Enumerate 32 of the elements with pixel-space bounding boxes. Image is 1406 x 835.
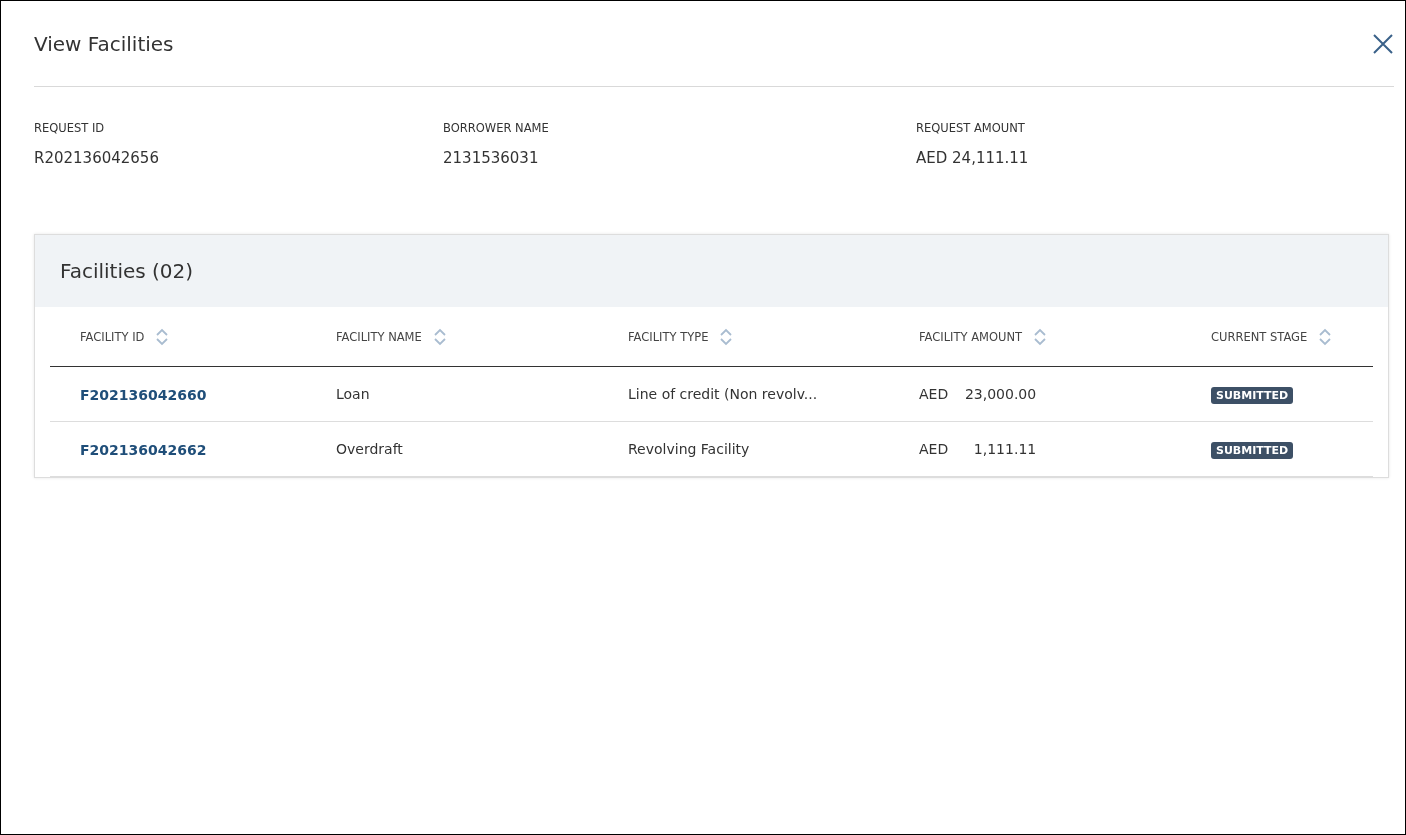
- currency-text: AED: [919, 386, 949, 402]
- column-header: FACILITY TYPE: [628, 329, 709, 344]
- currency-text: AED: [919, 441, 949, 457]
- close-icon: [1372, 32, 1394, 55]
- status-badge: SUBMITTED: [1211, 387, 1294, 404]
- dialog-title: View Facilities: [34, 31, 174, 56]
- field-label: BORROWER NAME: [443, 121, 550, 135]
- facility-id-link[interactable]: F202136042660: [80, 386, 207, 403]
- sort-icon[interactable]: [720, 327, 733, 346]
- sort-icon[interactable]: [156, 327, 169, 346]
- sort-icon[interactable]: [1319, 327, 1332, 346]
- amount-text: 1,111.11: [972, 441, 1037, 457]
- table-cell-text: Revolving Facility: [628, 441, 751, 457]
- close-button[interactable]: [1372, 32, 1394, 55]
- table-cell-text: Loan: [336, 386, 371, 402]
- field-label: REQUEST AMOUNT: [916, 121, 1026, 135]
- amount-text: 23,000.00: [963, 386, 1037, 402]
- column-header: FACILITY NAME: [336, 329, 422, 344]
- field-value: 2131536031: [443, 149, 540, 167]
- status-badge: SUBMITTED: [1211, 442, 1294, 459]
- table-cell-text: Line of credit (Non revolv...: [628, 386, 819, 402]
- facility-id-link[interactable]: F202136042662: [80, 441, 207, 458]
- sort-icon[interactable]: [1034, 327, 1047, 346]
- field-value: R202136042656: [34, 149, 160, 167]
- field-value: AED 24,111.11: [916, 149, 1030, 167]
- column-header: CURRENT STAGE: [1211, 329, 1308, 344]
- card-title: Facilities (02): [35, 235, 1388, 307]
- field-label: REQUEST ID: [34, 121, 106, 135]
- table-cell-text: Overdraft: [336, 441, 404, 457]
- column-header: FACILITY AMOUNT: [919, 329, 1023, 344]
- column-header: FACILITY ID: [80, 329, 145, 344]
- sort-icon[interactable]: [433, 327, 446, 346]
